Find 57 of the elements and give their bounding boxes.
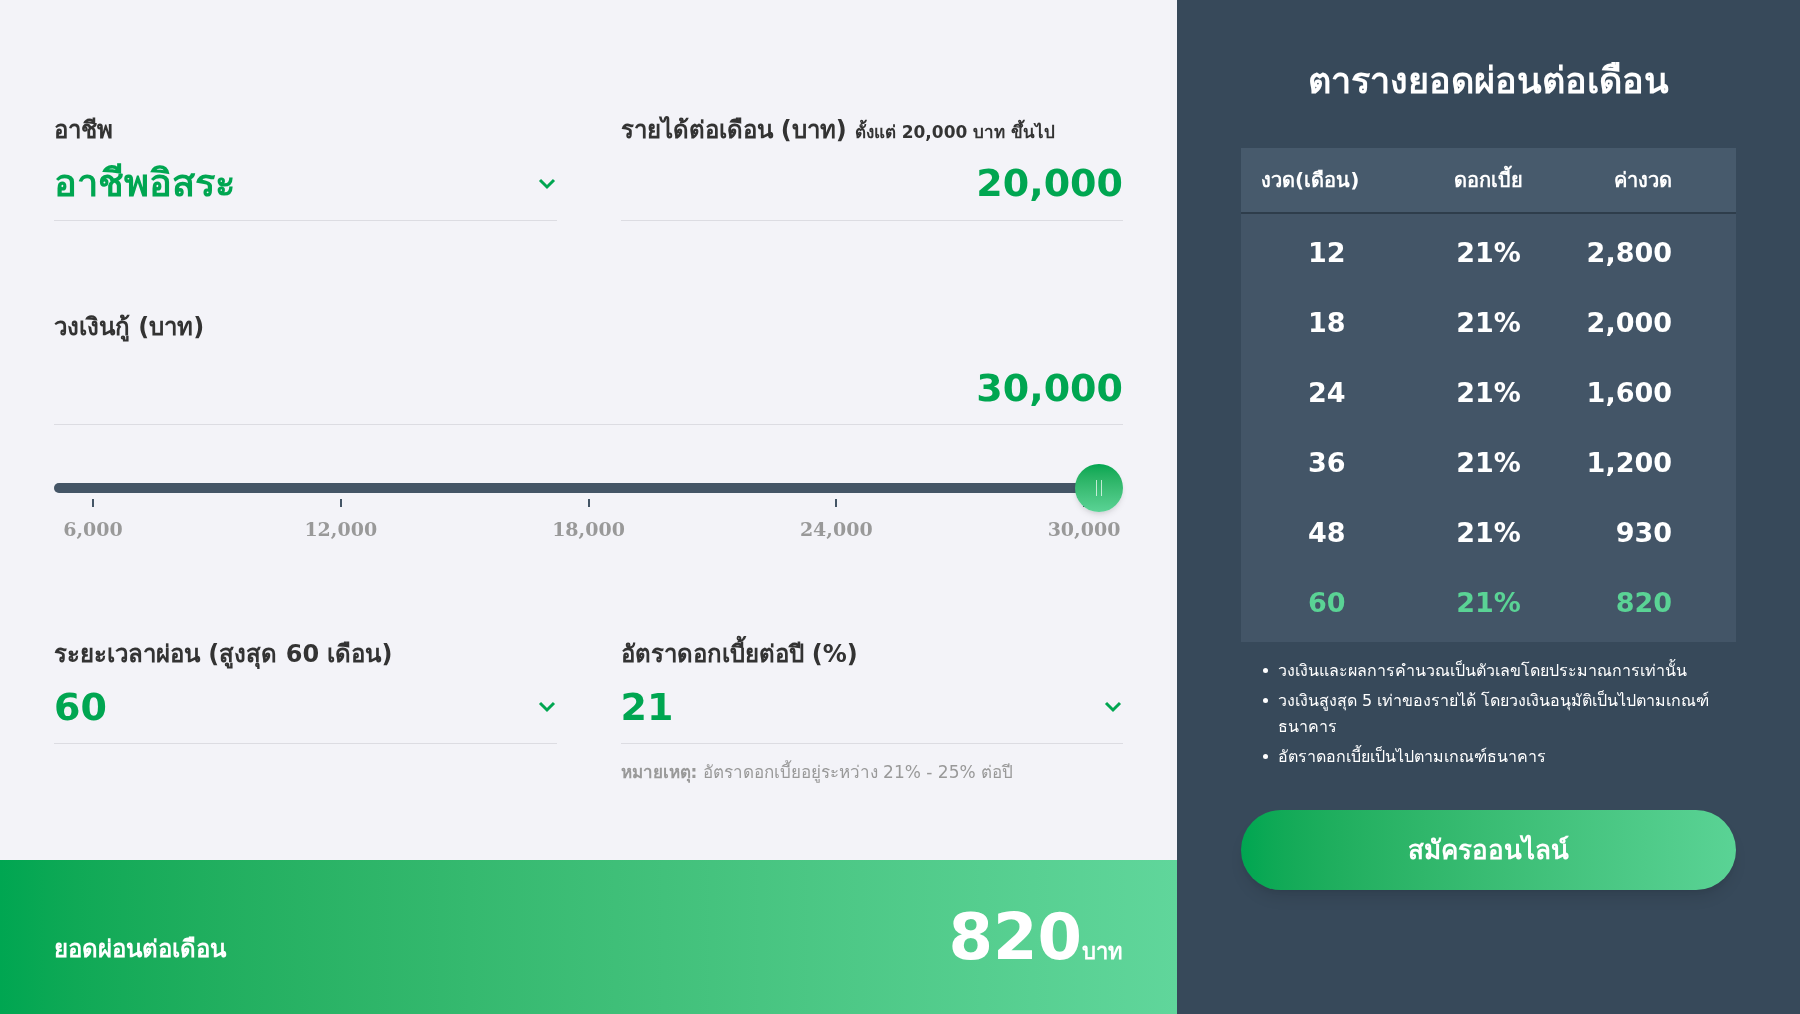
result-label: ยอดผ่อนต่อเดือน: [54, 934, 226, 965]
bullet-icon: [1263, 754, 1268, 759]
table-cell-text: 21%: [1455, 375, 1522, 410]
table-cell-text: 48: [1307, 515, 1347, 550]
table-cell-text: 1,200: [1585, 445, 1673, 480]
field-label: อัตราดอกเบี้ยต่อปี (%): [620, 635, 1123, 672]
field-label: ระยะเวลาผ่อน (สูงสุด 60 เดือน): [54, 638, 394, 671]
apply-online-button[interactable]: สมัครออนไลน์: [1241, 810, 1736, 890]
table-cell-text: 24: [1307, 375, 1347, 410]
tick-label: 12,000: [304, 517, 378, 542]
table-cell-text: 12: [1307, 235, 1347, 270]
tick-label: 18,000: [552, 517, 625, 542]
tick-mark: [835, 499, 838, 507]
table-cell-text: 18: [1307, 305, 1347, 340]
note-text: วงเงินสูงสุด 5 เท่าของรายได้ โดยวงเงินอนุมัติเป็นไปตามเกณฑ์ธนาคาร: [1278, 689, 1711, 738]
column-header: ค่างวด: [1613, 167, 1673, 194]
field-label: อาชีพ: [54, 115, 114, 146]
rate-note: หมายเหตุ: อัตราดอกเบี้ยอยู่ระหว่าง 21% - 25% ต่อปี: [620, 760, 1015, 785]
table-cell-text: 21%: [1455, 445, 1522, 480]
field-hint: ตั้งแต่ 20,000 บาท ขึ้นไป: [854, 120, 1056, 146]
slider-thumb[interactable]: [1075, 464, 1123, 512]
table-cell-text: 1,600: [1585, 375, 1673, 410]
select-field[interactable]: 60: [54, 683, 557, 744]
table-cell-text: 21%: [1455, 305, 1522, 340]
income-input[interactable]: 20,000: [620, 160, 1123, 221]
table-cell-text: 21%: [1455, 235, 1522, 270]
note-text: อัตราดอกเบี้ยเป็นไปตามเกณฑ์ธนาคาร: [1278, 744, 1546, 768]
loan-amount-input[interactable]: 30,000: [54, 364, 1123, 425]
tick-label: 6,000: [63, 517, 123, 542]
result-amount: 820: [948, 899, 1082, 976]
chevron-down-icon: [536, 700, 557, 715]
table-cell-text: 2,800: [1585, 235, 1673, 270]
field-label: วงเงินกู้ (บาท): [54, 311, 206, 344]
table-cell-text: 820: [1614, 585, 1673, 620]
chevron-down-icon: [536, 176, 557, 191]
table-cell-text: 60: [1307, 585, 1347, 620]
table-title: ตารางยอดผ่อนต่อเดือน: [1307, 59, 1670, 103]
chevron-down-icon: [1103, 700, 1123, 715]
table-cell-text: 2,000: [1585, 305, 1673, 340]
tick-mark: [587, 499, 590, 507]
tick-label: 30,000: [1047, 517, 1121, 542]
table-cell-text: 21%: [1455, 585, 1522, 620]
field-label: รายได้ต่อเดือน (บาท): [620, 115, 847, 146]
tick-mark: [92, 499, 94, 507]
select-field[interactable]: 21: [620, 683, 1123, 744]
column-header: งวด(เดือน): [1261, 167, 1361, 194]
tick-label: 24,000: [799, 517, 873, 542]
note-text: วงเงินและผลการคำนวณเป็นตัวเลขโดยประมาณการเท่านั้น: [1278, 658, 1687, 682]
select-field[interactable]: อาชีพอิสระ: [54, 160, 557, 221]
column-header: ดอกเบี้ย: [1412, 165, 1565, 195]
table-cell-text: 21%: [1455, 515, 1522, 550]
table-cell-text: 930: [1614, 515, 1673, 550]
tick-mark: [339, 499, 342, 507]
result-unit: บาท: [1082, 939, 1123, 966]
table-cell-text: 36: [1307, 445, 1347, 480]
bullet-icon: [1263, 698, 1268, 703]
bullet-icon: [1263, 668, 1268, 673]
